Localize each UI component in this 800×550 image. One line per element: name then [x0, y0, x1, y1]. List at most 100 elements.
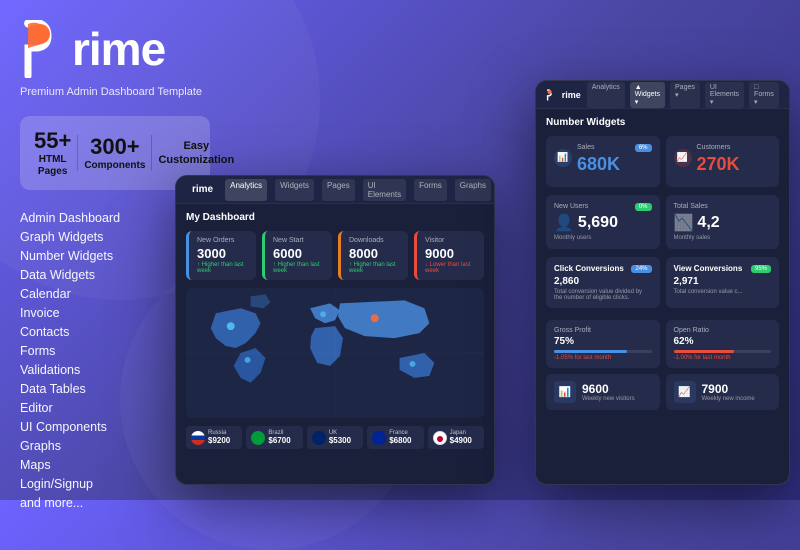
view-conv-title: View Conversions [674, 264, 743, 273]
profit-ratio-row: Gross Profit 75% -1.05% for last month O… [546, 320, 779, 368]
new-users-sublabel: Monthly users [554, 235, 652, 241]
russia-info: Russia $9200 [208, 430, 237, 445]
left-dashboard-mockup: rime Analytics Widgets Pages UI Elements… [175, 175, 495, 485]
flag-brazil: Brazil $6700 [246, 426, 302, 449]
right-dashboard-mockup: rime Analytics ▲ Widgets ▾ Pages ▾ UI El… [535, 80, 790, 485]
customers-widget: 📈 Customers 270K [666, 136, 780, 187]
japan-flag [433, 431, 447, 445]
stat-visitor-label: Visitor [425, 237, 476, 244]
weekly-visitors-label: Weekly new visitors [582, 396, 635, 402]
feature-components: 300+ Components [84, 134, 145, 172]
stat-new-start-label: New Start [273, 237, 324, 244]
stat-new-orders-label: New Orders [197, 237, 248, 244]
right-mockup-logo-icon [546, 88, 556, 102]
france-flag [372, 431, 386, 445]
weekly-visitors-value: 9600 [582, 382, 635, 396]
right-nav-widgets[interactable]: ▲ Widgets ▾ [630, 82, 665, 108]
sales-customers-row: 📊 Sales 680K 6% 📈 Customers 270K [546, 136, 779, 187]
customers-label: Customers [697, 144, 740, 151]
total-sales-label: Total Sales [674, 203, 772, 210]
brand-subtitle: Premium Admin Dashboard Template [20, 86, 210, 98]
gross-profit-label: Gross Profit [554, 327, 652, 334]
uk-info: UK $5300 [329, 430, 358, 445]
view-conv-value: 2,971 [674, 276, 772, 287]
left-nav-widgets[interactable]: Widgets [275, 179, 314, 201]
sales-widget: 📊 Sales 680K 6% [546, 136, 660, 187]
left-nav-analytics[interactable]: Analytics [225, 179, 267, 201]
uk-amount: $5300 [329, 436, 358, 445]
right-nav-pages[interactable]: Pages ▾ [670, 82, 700, 108]
weekly-income-label: Weekly new income [702, 396, 755, 402]
users-totalsales-row: New Users 👤 5,690 Monthly users 0% Total… [546, 195, 779, 249]
view-conv-badge: 95% [751, 265, 771, 273]
right-nav-ui[interactable]: UI Elements ▾ [705, 82, 744, 108]
flag-uk: UK $5300 [307, 426, 363, 449]
stat-new-orders-change: ↑ Higher than last week [197, 262, 248, 274]
click-conv-value: 2,860 [554, 276, 652, 287]
right-mockup-header: rime Analytics ▲ Widgets ▾ Pages ▾ UI El… [536, 81, 789, 109]
left-nav-pages[interactable]: Pages [322, 179, 355, 201]
japan-circle [437, 436, 443, 442]
stat-new-start-change: ↑ Higher than last week [273, 262, 324, 274]
customers-icon: 📈 [674, 149, 692, 167]
sales-icon: 📊 [554, 149, 572, 167]
left-nav-graphs[interactable]: Graphs [455, 179, 491, 201]
stat-downloads-value: 8000 [349, 246, 400, 261]
stat-visitor-change: ↓ Lower than last week [425, 262, 476, 274]
nav-item-more[interactable]: and more... [20, 493, 210, 512]
left-mockup-header: rime Analytics Widgets Pages UI Elements… [176, 176, 494, 204]
left-mockup-body: My Dashboard New Orders 3000 ↑ Higher th… [176, 204, 494, 457]
left-mockup-title: My Dashboard [186, 212, 484, 223]
new-users-widget: New Users 👤 5,690 Monthly users 0% [546, 195, 660, 249]
feature-easy: EasyCustomization [158, 139, 234, 168]
sales-badge: 6% [635, 144, 652, 152]
sales-label: Sales [577, 144, 620, 151]
uk-flag [312, 431, 326, 445]
visitor-info: 9600 Weekly new visitors [582, 382, 635, 402]
right-mockup-body: Number Widgets 📊 Sales 680K 6% 📈 Custome… [536, 109, 789, 418]
view-conv-widget: View Conversions 95% 2,971 Total convers… [666, 257, 780, 308]
click-conv-header: Click Conversions 24% [554, 264, 652, 273]
stat-new-start-value: 6000 [273, 246, 324, 261]
feature-pages: 55+ HTML Pages [34, 128, 71, 178]
left-mockup-nav: Analytics Widgets Pages UI Elements Form… [225, 179, 491, 201]
feature-sep-2 [151, 135, 152, 171]
income-icon: 📈 [674, 381, 696, 403]
open-ratio-label: Open Ratio [674, 327, 772, 334]
japan-amount: $4900 [450, 436, 479, 445]
world-map-svg [186, 288, 484, 418]
click-conv-title: Click Conversions [554, 264, 624, 273]
stat-new-orders: New Orders 3000 ↑ Higher than last week [186, 231, 256, 280]
france-info: France $6800 [389, 430, 418, 445]
stat-downloads-change: ↑ Higher than last week [349, 262, 400, 274]
gross-profit-change: -1.05% for last month [554, 355, 652, 361]
pages-count: 55+ [34, 128, 71, 154]
left-nav-ui[interactable]: UI Elements [363, 179, 406, 201]
weekly-visitors-widget: 📊 9600 Weekly new visitors [546, 374, 660, 410]
right-nav-forms[interactable]: □ Forms ▾ [749, 82, 779, 108]
open-ratio-value: 62% [674, 336, 772, 347]
left-mockup-brand: rime [192, 184, 213, 195]
france-amount: $6800 [389, 436, 418, 445]
flags-row: Russia $9200 Brazil $6700 UK $5300 [186, 426, 484, 449]
income-info: 7900 Weekly new income [702, 382, 755, 402]
logo-area: rime [20, 20, 210, 78]
brazil-flag [251, 431, 265, 445]
view-conv-desc: Total conversion value c... [674, 289, 772, 295]
right-nav-analytics[interactable]: Analytics [587, 82, 625, 108]
feature-sep-1 [77, 135, 78, 171]
open-ratio-widget: Open Ratio 62% -1.00% for last month [666, 320, 780, 368]
stat-new-orders-value: 3000 [197, 246, 248, 261]
click-conv-badge: 24% [631, 265, 651, 273]
left-nav-forms[interactable]: Forms [414, 179, 447, 201]
new-users-badge: 0% [635, 203, 652, 211]
user-icon: 👤 [554, 213, 574, 233]
conversions-row: Click Conversions 24% 2,860 Total conver… [546, 257, 779, 314]
stat-new-start: New Start 6000 ↑ Higher than last week [262, 231, 332, 280]
gross-profit-widget: Gross Profit 75% -1.05% for last month [546, 320, 660, 368]
stat-downloads-label: Downloads [349, 237, 400, 244]
visitor-icon: 📊 [554, 381, 576, 403]
brand-name-suffix: rime [72, 26, 165, 72]
world-map [186, 288, 484, 418]
pages-label: HTML Pages [34, 154, 71, 178]
